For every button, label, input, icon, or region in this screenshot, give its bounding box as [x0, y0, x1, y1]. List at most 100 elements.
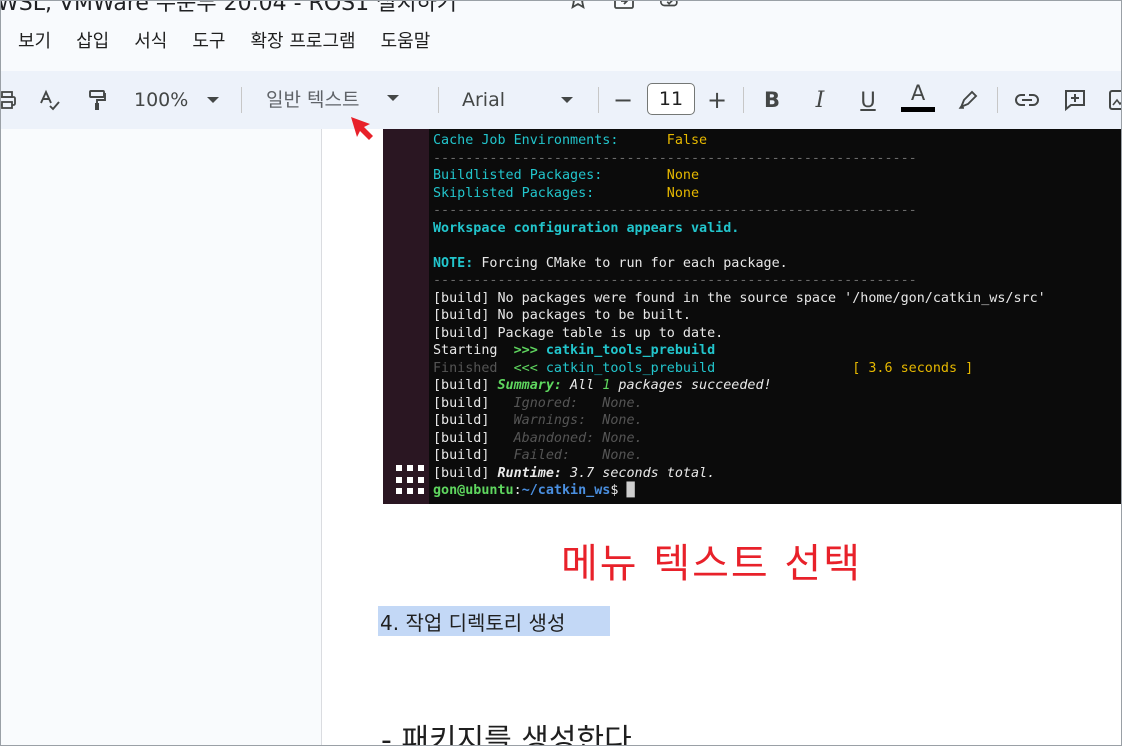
print-icon[interactable]: [1, 71, 19, 129]
terminal-segment: [build]: [433, 430, 514, 446]
terminal-segment: Skiplisted Packages:: [433, 185, 667, 201]
terminal-segment: catkin_tools_prebuild: [545, 360, 716, 376]
zoom-value: 100%: [134, 89, 189, 111]
terminal-line: Skiplisted Packages: None: [433, 185, 1046, 203]
terminal-segment: Failed: None.: [513, 448, 643, 463]
terminal-line: ----------------------------------------…: [433, 150, 1046, 168]
terminal-segment: None: [666, 185, 700, 201]
menu-tools[interactable]: 도구: [192, 29, 225, 55]
terminal-segment: Abandoned: None.: [513, 430, 643, 446]
annotation-caption: 메뉴 텍스트 선택: [561, 541, 863, 587]
terminal-segment: 3.6 seconds: [868, 360, 958, 376]
text-color-button[interactable]: A: [899, 67, 937, 125]
font-size-input[interactable]: 11: [647, 83, 695, 115]
spellcheck-icon[interactable]: [35, 71, 65, 129]
terminal-segment: False: [666, 133, 708, 148]
terminal-segment: packages succeeded!: [610, 378, 772, 393]
divider: [241, 87, 242, 113]
terminal-segment: Forcing CMake to run for each package.: [473, 255, 788, 271]
chevron-down-icon: [561, 97, 574, 103]
divider: [743, 87, 744, 113]
image-icon[interactable]: [1107, 71, 1121, 129]
menu-insert[interactable]: 삽입: [76, 29, 109, 55]
terminal-line: Cache Job Environments: False: [433, 132, 1046, 150]
add-comment-icon[interactable]: [1061, 71, 1089, 129]
terminal-segment: [build] Package table is up to date.: [433, 325, 724, 341]
cloud-status-icon[interactable]: [659, 1, 681, 11]
zoom-select[interactable]: 100%: [134, 71, 220, 129]
star-icon[interactable]: [567, 1, 589, 11]
terminal-segment: [build] No packages to be built.: [433, 308, 691, 323]
font-value: Arial: [462, 89, 506, 111]
bold-button[interactable]: B: [759, 71, 785, 129]
terminal-segment: Warnings: None.: [513, 413, 643, 428]
terminal-line: Starting >>> catkin_tools_prebuild: [433, 342, 1046, 360]
paint-format-icon[interactable]: [83, 71, 111, 129]
text-color-swatch: [901, 106, 935, 112]
terminal-segment: Workspace configuration appears valid.: [433, 220, 740, 236]
terminal-line: NOTE: Forcing CMake to run for each pack…: [433, 255, 1046, 273]
move-to-folder-icon[interactable]: [613, 1, 635, 11]
terminal-line: [build] Ignored: None.: [433, 395, 1046, 413]
terminal-segment: [build]: [433, 395, 514, 411]
terminal-segment: Ignored: None.: [513, 395, 643, 411]
menu-extensions[interactable]: 확장 프로그램: [251, 29, 356, 55]
terminal-segment: [build]: [433, 465, 498, 481]
terminal-segment: [: [715, 360, 869, 376]
terminal-segment: ~/catkin_ws: [521, 483, 611, 498]
chevron-down-icon: [387, 95, 400, 101]
style-value: 일반 텍스트: [266, 88, 360, 111]
terminal-segment: 3.7 seconds total.: [562, 465, 716, 481]
chevron-down-icon: [207, 97, 220, 103]
title-icons: [567, 1, 681, 11]
terminal-segment: >>>: [513, 343, 546, 358]
terminal-segment: [build]: [433, 448, 514, 463]
terminal-line: [build] Runtime: 3.7 seconds total.: [433, 465, 1046, 483]
highlighter-icon[interactable]: [955, 71, 981, 129]
terminal-line: [build] No packages were found in the so…: [433, 290, 1046, 308]
terminal-segment: gon@ubuntu: [433, 483, 514, 498]
terminal-segment: None: [666, 168, 700, 183]
menu-help[interactable]: 도움말: [381, 29, 431, 55]
terminal-segment: :: [513, 483, 522, 498]
divider: [598, 87, 599, 113]
terminal-dock: [383, 129, 429, 504]
font-select[interactable]: Arial: [462, 71, 574, 129]
terminal-segment: Buildlisted Packages:: [433, 168, 667, 183]
terminal-segment: █: [626, 483, 635, 498]
terminal-segment: <<<: [513, 360, 546, 376]
terminal-line: ----------------------------------------…: [433, 272, 1046, 290]
italic-button[interactable]: I: [807, 71, 833, 129]
underline-button[interactable]: U: [855, 71, 881, 129]
terminal-line: Workspace configuration appears valid.: [433, 220, 1046, 238]
document-title[interactable]: WSL, VMWare 우분투 20.04 - ROS1 설치하기: [1, 1, 457, 21]
terminal-segment: ----------------------------------------…: [433, 150, 917, 166]
link-icon[interactable]: [1013, 71, 1041, 129]
terminal-line: [build] Warnings: None.: [433, 412, 1046, 430]
terminal-segment: [build] No packages were found in the so…: [433, 290, 1046, 306]
body-text[interactable]: - 패키지를 생성한다.: [381, 715, 641, 745]
divider: [438, 87, 439, 113]
terminal-segment: [build]: [433, 378, 498, 393]
terminal-line: [build] Package table is up to date.: [433, 325, 1046, 343]
style-select[interactable]: 일반 텍스트: [266, 69, 400, 127]
terminal-line: [build] No packages to be built.: [433, 307, 1046, 325]
terminal-segment: All: [562, 378, 603, 393]
terminal-line: [build] Abandoned: None.: [433, 430, 1046, 448]
terminal-line: Buildlisted Packages: None: [433, 167, 1046, 185]
increase-font-size-button[interactable]: +: [705, 71, 729, 129]
terminal-segment: Runtime:: [497, 465, 563, 481]
terminal-segment: ]: [957, 360, 974, 376]
menu-view[interactable]: 보기: [18, 29, 51, 55]
terminal-segment: catkin_tools_prebuild: [545, 343, 716, 358]
red-arrow-icon: [351, 117, 373, 140]
terminal-segment: Starting: [433, 343, 514, 358]
terminal-segment: Finished: [433, 360, 514, 376]
decrease-font-size-button[interactable]: −: [611, 71, 635, 129]
menu-format[interactable]: 서식: [134, 29, 167, 55]
terminal-segment: [build]: [433, 413, 514, 428]
terminal-line: Finished <<< catkin_tools_prebuild [ 3.6…: [433, 360, 1046, 378]
heading-text[interactable]: 4. 작업 디렉토리 생성: [380, 607, 565, 636]
divider: [997, 87, 998, 113]
